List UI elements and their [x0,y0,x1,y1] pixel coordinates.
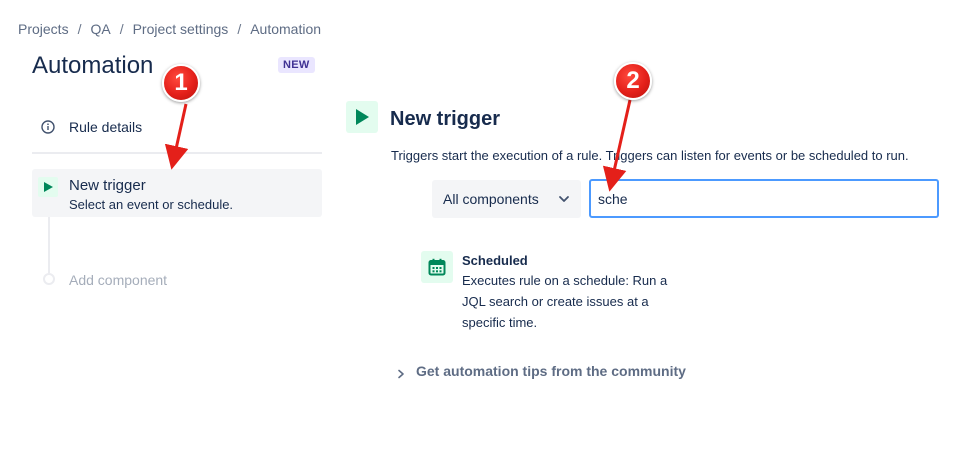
play-icon [38,177,58,197]
sidebar-item-new-trigger[interactable]: New trigger Select an event or schedule. [32,169,322,217]
annotation-arrow-2 [602,99,632,192]
trigger-search-input[interactable] [589,179,939,218]
result-description: Executes rule on a schedule: Run a JQL s… [462,273,668,330]
rule-connector-line [48,217,50,273]
trigger-result-scheduled[interactable]: Scheduled Executes rule on a schedule: R… [421,251,691,331]
breadcrumb-project-settings[interactable]: Project settings [133,21,229,37]
annotation-marker-2: 2 [614,62,652,100]
add-component-button[interactable]: Add component [69,272,167,288]
new-badge: NEW [278,57,315,73]
chevron-right-icon [396,366,406,379]
info-icon [41,120,55,134]
automation-tips-expander[interactable]: Get automation tips from the community [396,363,686,379]
automation-tips-label: Get automation tips from the community [416,363,686,379]
result-title: Scheduled [462,253,528,268]
calendar-icon [421,251,453,283]
chevron-down-icon [557,192,571,206]
components-filter-value: All components [443,191,539,207]
breadcrumb-separator: / [77,21,82,37]
trigger-item-title: New trigger [69,177,146,194]
rule-details-label: Rule details [69,119,143,135]
annotation-marker-1: 1 [162,64,200,102]
breadcrumb-automation[interactable]: Automation [250,21,321,37]
breadcrumb-projects[interactable]: Projects [18,21,69,37]
trigger-description: Triggers start the execution of a rule. … [391,148,909,163]
breadcrumb-separator: / [237,21,242,37]
sidebar-divider [32,152,322,154]
breadcrumb: Projects / QA / Project settings / Autom… [18,21,321,37]
rule-details-item[interactable]: Rule details [32,109,322,145]
page-title: Automation [32,52,154,79]
play-icon [346,101,378,133]
trigger-panel-title: New trigger [390,108,501,130]
add-component-dot [43,273,55,285]
breadcrumb-separator: / [119,21,124,37]
trigger-item-subtitle: Select an event or schedule. [69,197,234,212]
components-filter-select[interactable]: All components [432,180,581,218]
breadcrumb-qa[interactable]: QA [90,21,110,37]
automation-page: Projects / QA / Project settings / Autom… [0,0,959,472]
